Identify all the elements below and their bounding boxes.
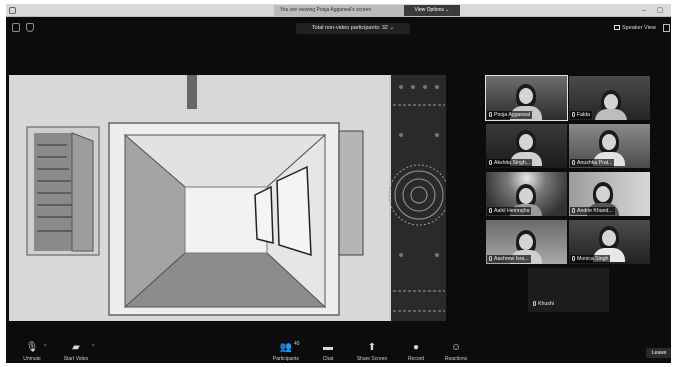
participant-face	[602, 134, 616, 150]
mic-muted-icon	[489, 112, 492, 117]
participant-tile[interactable]: Falda	[569, 76, 650, 120]
zoom-window: You are viewing Pooja Aggarwal's screen …	[6, 4, 671, 363]
speaker-view-button[interactable]: Speaker View	[614, 23, 656, 34]
participant-face	[519, 134, 533, 150]
participant-tile-no-video[interactable]: Khushi	[528, 268, 609, 312]
mic-muted-icon	[489, 256, 492, 261]
participant-face	[519, 234, 533, 250]
shared-screen-image	[9, 75, 446, 321]
view-options-button[interactable]: View Options ⌄	[404, 5, 460, 16]
participant-face	[602, 230, 616, 246]
participants-icon: 👥	[279, 342, 293, 353]
participant-tile[interactable]: Pooja Aggarwal	[485, 75, 568, 121]
video-options-caret[interactable]: ^	[90, 339, 98, 363]
participant-tile[interactable]: Andrie Khand...	[569, 172, 650, 216]
chat-bubble-icon: ▬	[323, 342, 333, 353]
chevron-up-icon: ^	[92, 344, 95, 350]
participant-tile[interactable]: Akshita Singh...	[486, 124, 567, 168]
mic-muted-icon	[533, 301, 536, 306]
participant-name: Falda	[570, 111, 592, 119]
participant-tile[interactable]: Monica Singh	[569, 220, 650, 264]
title-bar: You are viewing Pooja Aggarwal's screen …	[6, 4, 671, 17]
app-icon	[9, 7, 16, 14]
maximize-button[interactable]: ▢	[657, 5, 664, 16]
participant-name: Aahil Hemrajha	[487, 207, 532, 215]
participant-name: Aashrew Isra...	[487, 255, 531, 263]
participant-tile[interactable]: Anushka Prat...	[569, 124, 650, 168]
chevron-up-icon: ^	[44, 344, 47, 350]
reactions-button[interactable]: ☺ Reactions	[436, 339, 476, 363]
share-screen-button[interactable]: ⬆ Share Screen	[352, 339, 392, 363]
audio-options-caret[interactable]: ^	[42, 339, 50, 363]
record-icon: ●	[412, 342, 420, 353]
participant-name: Anushka Prat...	[570, 159, 615, 167]
mic-muted-icon	[572, 256, 575, 261]
mic-muted-icon	[572, 208, 575, 213]
meeting-top-bar: Total non-video participants: 32 ⌄ Speak…	[6, 18, 671, 38]
participant-name: Pooja Aggarwal	[487, 111, 533, 119]
participants-button[interactable]: 👥 40 Participants	[266, 339, 306, 363]
participant-face	[519, 188, 533, 204]
mic-muted-icon	[489, 160, 492, 165]
participant-name: Akshita Singh...	[487, 159, 533, 167]
shield-icon[interactable]	[26, 23, 34, 32]
participant-face	[604, 94, 618, 110]
participant-name: Andrie Khand...	[570, 207, 615, 215]
participant-name: Khushi	[531, 300, 556, 308]
participant-body	[595, 109, 627, 120]
info-icon[interactable]	[12, 23, 20, 32]
mic-muted-icon	[572, 112, 575, 117]
participant-tile[interactable]: Aashrew Isra...	[486, 220, 567, 264]
participant-face	[596, 186, 610, 202]
smiley-icon: ☺	[450, 342, 462, 353]
video-camera-off-icon: ▰	[72, 342, 80, 353]
share-screen-icon: ⬆	[367, 342, 377, 353]
non-video-participants-dropdown[interactable]: Total non-video participants: 32 ⌄	[296, 23, 410, 34]
fullscreen-icon[interactable]	[663, 24, 670, 32]
record-button[interactable]: ● Record	[396, 339, 436, 363]
microphone-muted-icon: 🎙	[25, 342, 39, 353]
grid-icon	[614, 25, 620, 30]
meeting-toolbar: 🎙 Unmute ^ ▰ Start Video ^ 👥 40 Particip…	[6, 339, 671, 363]
mic-muted-icon	[572, 160, 575, 165]
leave-button[interactable]: Leave	[646, 348, 671, 358]
participants-count: 40	[294, 341, 300, 347]
participant-name: Monica Singh	[570, 255, 611, 263]
mic-muted-icon	[489, 208, 492, 213]
shared-screen	[9, 75, 446, 321]
minimize-button[interactable]: –	[642, 5, 646, 16]
participant-face	[519, 88, 533, 104]
participant-tile[interactable]: Aahil Hemrajha	[486, 172, 567, 216]
chat-button[interactable]: ▬ Chat	[308, 339, 348, 363]
